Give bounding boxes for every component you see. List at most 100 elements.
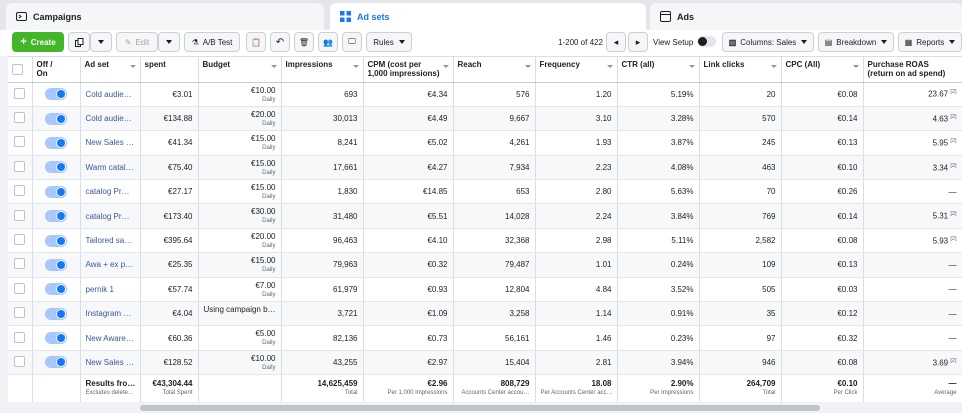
ab-test-button[interactable]: ⚗ A/B Test [184,32,240,52]
cell-budget[interactable]: €30.00 Daily [198,203,282,229]
table-row[interactable]: New Sales … €41.34 €15.00 Daily 8,241 €5.02 4,… [8,130,962,156]
clipboard-button[interactable]: 📋 [246,32,266,52]
row-toggle[interactable] [45,112,67,125]
header-cpm[interactable]: CPM (cost per 1,000 impressions) [363,57,454,83]
row-checkbox[interactable] [14,282,26,294]
cell-budget[interactable]: €5.00 Daily [198,325,282,351]
ad-set-name-link[interactable]: Instagram … [80,301,141,327]
row-checkbox[interactable] [14,87,26,99]
header-select-all[interactable] [8,57,33,83]
horizontal-scrollbar[interactable] [8,402,962,413]
header-reach[interactable]: Reach [453,57,536,83]
row-toggle[interactable] [45,210,67,223]
row-checkbox[interactable] [14,331,26,343]
row-checkbox[interactable] [14,234,26,246]
chevron-down-icon [881,40,888,44]
undo-button[interactable]: ↶ [270,32,290,52]
cell-budget[interactable]: €15.00 Daily [198,155,282,181]
table-row[interactable]: Instagram … €4.04 Using campaign b… 3,721 €1… [8,301,962,327]
row-checkbox[interactable] [14,209,26,221]
ad-set-name-link[interactable]: catalog Pr… [80,203,141,229]
table-row[interactable]: New Sales … €128.52 €10.00 Daily 43,255 €2.97… [8,350,962,376]
cell-budget[interactable]: €15.00 Daily [198,179,282,205]
tab-campaigns[interactable]: Campaigns [6,3,324,30]
ad-set-name-link[interactable]: New Aware… [80,325,141,351]
tab-ad-sets[interactable]: Ad sets [330,3,646,30]
ad-set-name-link[interactable]: Warm catal… [80,155,141,181]
duplicate-button[interactable] [68,32,90,52]
row-checkbox[interactable] [14,355,26,367]
row-toggle[interactable] [45,136,67,149]
table-row[interactable]: catalog Pr… €173.40 €30.00 Daily 31,480 €5.51… [8,203,962,229]
delete-button[interactable]: 🗑 [294,32,314,52]
cell-budget[interactable]: €15.00 Daily [198,252,282,278]
table-row[interactable]: Cold audie… €3.01 €10.00 Daily 693 €4.34 576 1.… [8,82,962,107]
cell-budget[interactable]: €15.00 Daily [198,130,282,156]
cell-budget[interactable]: €20.00 Daily [198,228,282,254]
header-cpc[interactable]: CPC (All) [781,57,864,83]
table-row[interactable]: New Aware… €60.36 €5.00 Daily 82,136 €0.73 56,… [8,325,962,351]
table-row[interactable]: Tailored sa… €395.64 €20.00 Daily 96,463 €4.1… [8,228,962,254]
table-row[interactable]: catalog Pr… €27.17 €15.00 Daily 1,830 €14.85 6… [8,179,962,205]
select-all-checkbox[interactable] [12,64,23,75]
header-budget[interactable]: Budget [198,57,282,83]
row-toggle[interactable] [45,307,67,320]
row-checkbox[interactable] [14,185,26,197]
table-row[interactable]: pernik 1 €57.74 €7.00 Daily 61,979 €0.93 12,80… [8,277,962,303]
row-toggle[interactable] [45,185,67,198]
ad-set-name-link[interactable]: Awa + ex p… [80,252,141,278]
edit-button[interactable]: ✎ Edit [116,32,158,52]
cell-budget[interactable]: €7.00 Daily [198,277,282,303]
next-page-button[interactable]: ▸ [628,32,648,52]
prev-page-button[interactable]: ◂ [606,32,626,52]
cell-budget[interactable]: €10.00 Daily [198,82,282,107]
breakdown-icon: ▤ [824,37,833,47]
row-toggle[interactable] [45,161,67,174]
row-toggle[interactable] [45,88,67,101]
header-amount-spent[interactable]: spent [140,57,199,83]
header-ctr[interactable]: CTR (all) [617,57,700,83]
row-toggle[interactable] [45,332,67,345]
row-toggle[interactable] [45,356,67,369]
header-purchase-roas[interactable]: Purchase ROAS (return on ad spend) [863,57,962,83]
row-checkbox[interactable] [14,160,26,172]
edit-menu-button[interactable] [158,32,180,52]
tab-ads[interactable]: Ads [650,3,962,30]
breakdown-button[interactable]: ▤ Breakdown [818,32,894,52]
cell-impressions: 31,480 [281,203,364,229]
duplicate-menu-button[interactable] [90,32,112,52]
scrollbar-thumb[interactable] [140,405,820,411]
header-frequency[interactable]: Frequency [535,57,618,83]
columns-button[interactable]: ▥ Columns: Sales [722,32,814,52]
header-link-clicks[interactable]: Link clicks [699,57,782,83]
reports-button[interactable]: ▦ Reports [898,32,962,52]
ad-set-name-link[interactable]: Tailored sa… [80,228,141,254]
header-impressions[interactable]: Impressions [281,57,364,83]
row-checkbox[interactable] [14,307,26,319]
audience-button[interactable]: 👥 [318,32,338,52]
row-checkbox[interactable] [14,136,26,148]
row-toggle[interactable] [45,258,67,271]
row-checkbox[interactable] [14,258,26,270]
ad-set-name-link[interactable]: New Sales … [80,350,141,376]
cell-budget[interactable]: €20.00 Daily [198,106,282,132]
table-row[interactable]: Cold audie… €134.88 €20.00 Daily 30,013 €4.49… [8,106,962,132]
row-toggle[interactable] [45,283,67,296]
preview-button[interactable]: 🖵 [342,32,362,52]
cell-budget[interactable]: Using campaign b… [198,301,282,327]
table-row[interactable]: Awa + ex p… €25.35 €15.00 Daily 79,963 €0.32 7… [8,252,962,278]
rules-button[interactable]: Rules [366,32,412,52]
ad-set-name-link[interactable]: catalog Pr… [80,179,141,205]
ad-set-name-link[interactable]: pernik 1 [80,277,141,303]
row-toggle[interactable] [45,234,67,247]
ad-set-name-link[interactable]: New Sales … [80,130,141,156]
table-row[interactable]: Warm catal… €75.40 €15.00 Daily 17,661 €4.27 7… [8,155,962,181]
header-ad-set[interactable]: Ad set [80,57,141,83]
create-button[interactable]: + Create [12,32,64,52]
ad-set-name-link[interactable]: Cold audie… [80,82,141,107]
cell-budget[interactable]: €10.00 Daily [198,350,282,376]
view-setup-toggle[interactable] [697,36,716,47]
row-checkbox[interactable] [14,112,26,124]
document-icon [660,11,671,22]
ad-set-name-link[interactable]: Cold audie… [80,106,141,132]
